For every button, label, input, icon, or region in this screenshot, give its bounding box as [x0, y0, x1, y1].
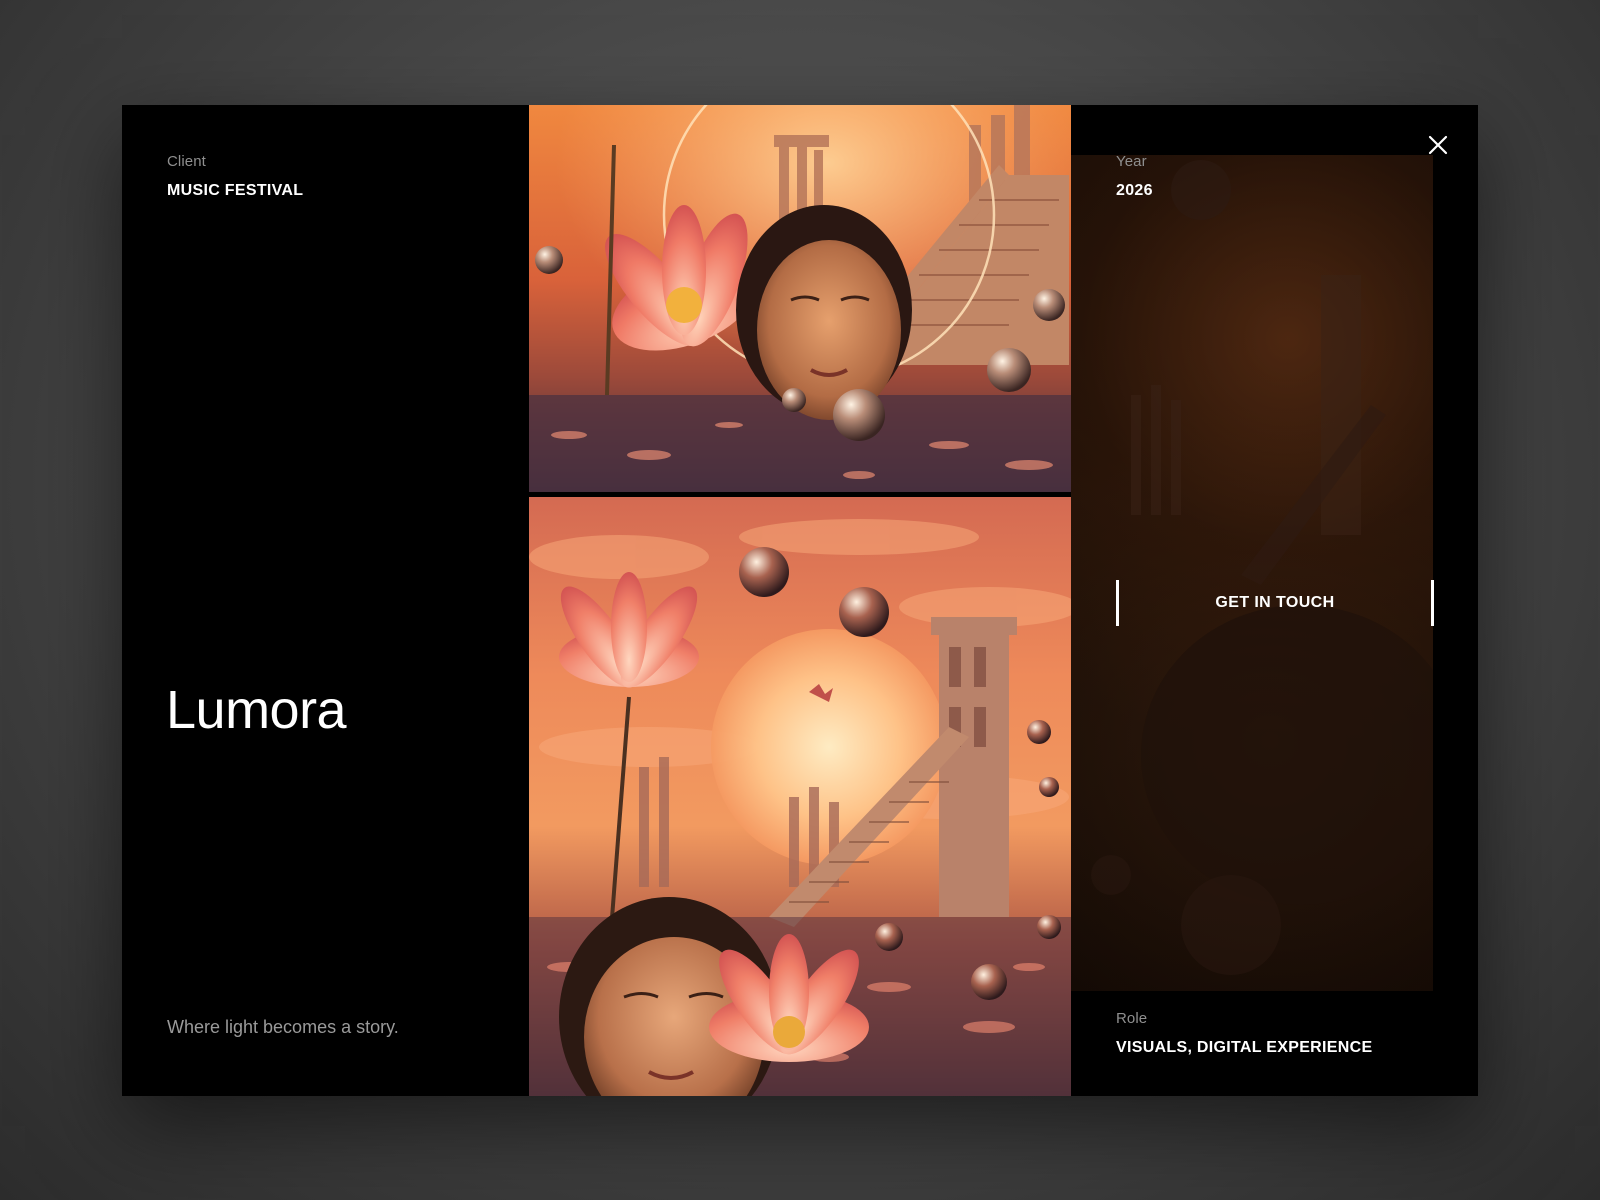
- gallery-image-bottom: [529, 497, 1071, 1096]
- close-button[interactable]: [1426, 133, 1450, 157]
- client-value: MUSIC FESTIVAL: [167, 182, 304, 199]
- right-column: Year 2026 GET IN TOUCH Role VISUALS, DIG…: [1071, 105, 1478, 1096]
- artwork-bottom: [529, 497, 1071, 1096]
- role-value: VISUALS, DIGITAL EXPERIENCE: [1116, 1039, 1373, 1056]
- year-label: Year: [1116, 153, 1147, 170]
- client-block: Client MUSIC FESTIVAL: [167, 153, 303, 200]
- gallery-column: [529, 105, 1071, 1096]
- year-block: Year 2026: [1116, 153, 1153, 200]
- get-in-touch-label: GET IN TOUCH: [1215, 594, 1335, 611]
- get-in-touch-button[interactable]: GET IN TOUCH: [1116, 580, 1434, 626]
- project-title: Lumora: [166, 680, 347, 740]
- role-block: Role VISUALS, DIGITAL EXPERIENCE: [1116, 1010, 1372, 1057]
- artwork-top: [529, 105, 1071, 492]
- left-column: Client MUSIC FESTIVAL Lumora Where light…: [122, 105, 529, 1096]
- right-background-image: [1071, 155, 1433, 991]
- project-modal: W Client MUSIC FESTIVAL Lumora Where lig…: [122, 105, 1478, 1096]
- right-artwork: [1091, 160, 1433, 975]
- year-value: 2026: [1116, 182, 1153, 199]
- client-label: Client: [167, 153, 206, 170]
- gallery-image-top: [529, 105, 1071, 492]
- close-icon: [1428, 135, 1448, 155]
- project-tagline: Where light becomes a story.: [167, 1017, 399, 1037]
- role-label: Role: [1116, 1010, 1148, 1027]
